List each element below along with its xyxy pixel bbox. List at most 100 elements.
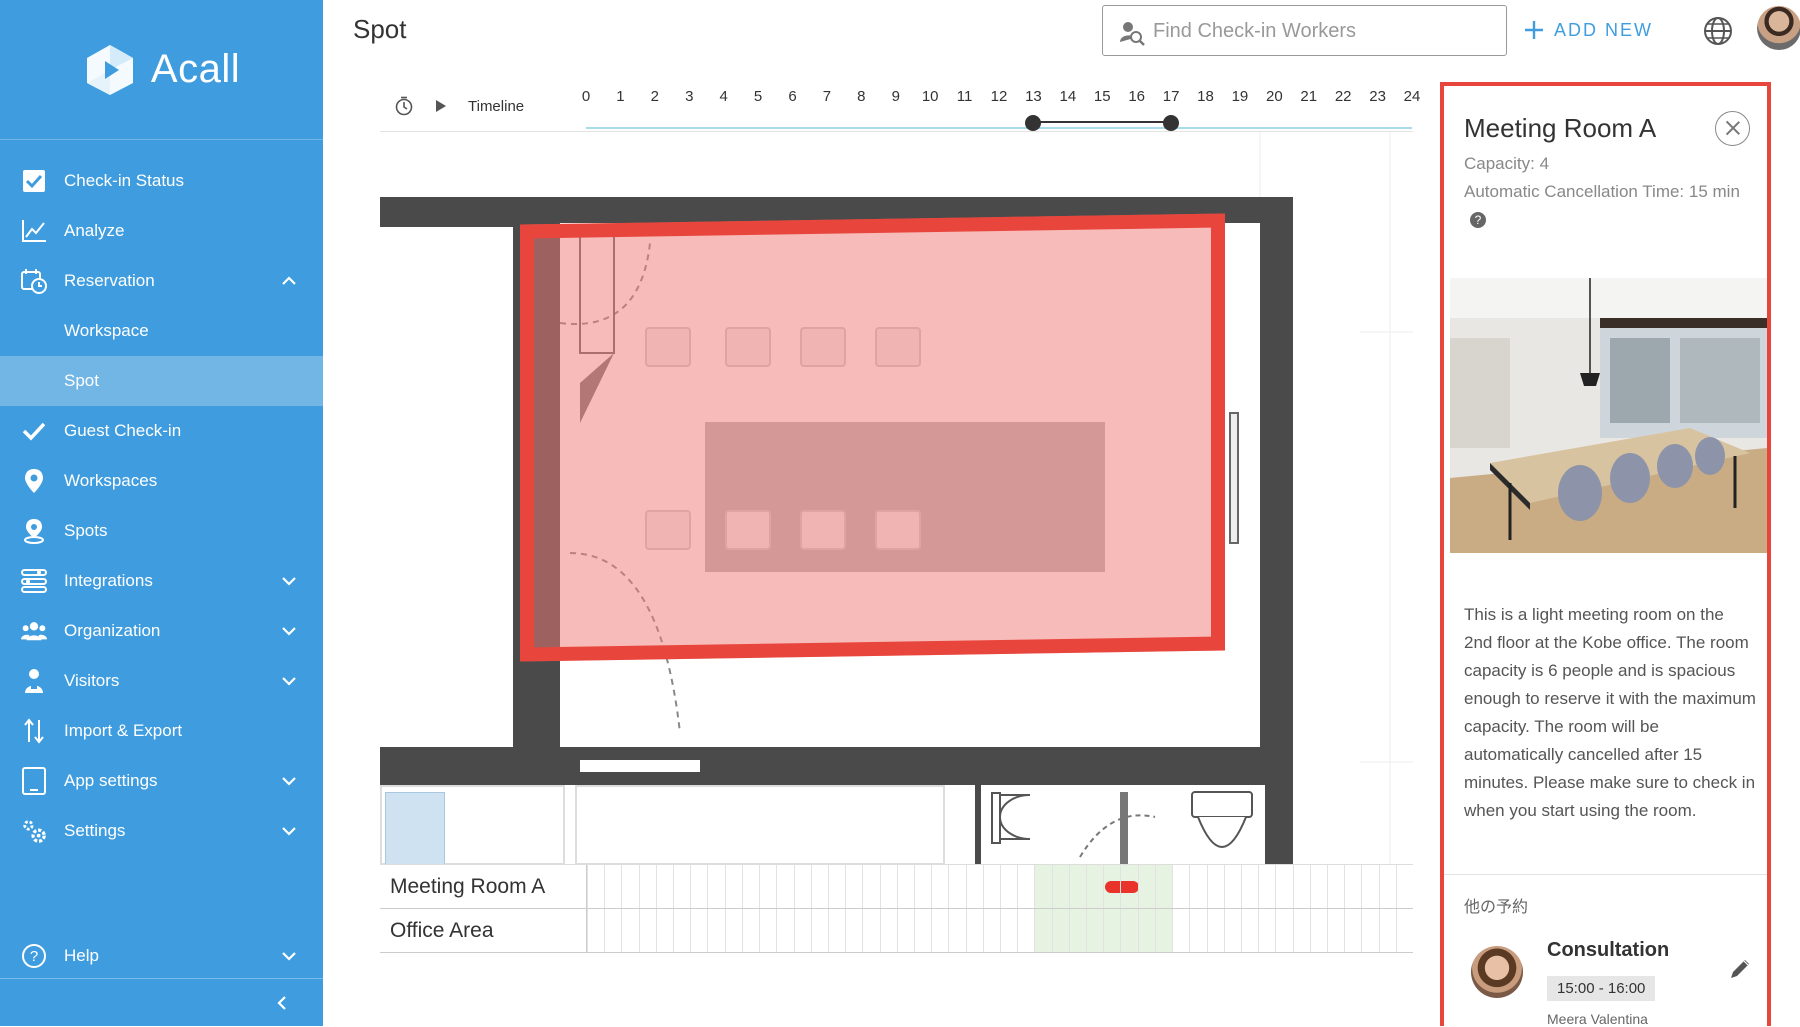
timeline-cell-divider: [1395, 865, 1397, 908]
timeline-hour-label: 1: [616, 88, 625, 105]
map-side-room: [380, 227, 513, 757]
timeline-cell-divider: [604, 865, 606, 908]
timeline-cell-divider: [913, 865, 915, 908]
sidebar-item-app-settings[interactable]: App settings: [0, 756, 323, 806]
sidebar-item-spots[interactable]: Spots: [0, 506, 323, 556]
sidebar-item-organization[interactable]: Organization: [0, 606, 323, 656]
timeline-cell-divider: [741, 865, 743, 908]
spot-row-timeline[interactable]: [586, 865, 1412, 908]
sidebar-item-analyze[interactable]: Analyze: [0, 206, 323, 256]
timeline-track[interactable]: [586, 127, 1412, 129]
timeline-hour-label: 18: [1197, 88, 1214, 105]
timeline-cell-divider: [1137, 865, 1139, 908]
sidebar-item-spot[interactable]: Spot: [0, 356, 323, 406]
spot-row-timeline[interactable]: [586, 909, 1412, 952]
person-search-icon: [1120, 22, 1145, 46]
sidebar-collapse-button[interactable]: [0, 978, 323, 1026]
timeline-hour-label: 5: [753, 88, 763, 105]
timeline-cell-divider: [879, 865, 881, 908]
sidebar-item-guest-check-in[interactable]: Guest Check-in: [0, 406, 323, 456]
spot-row-meeting-room-a[interactable]: Meeting Room A: [380, 865, 1413, 909]
sidebar-item-label: Import & Export: [64, 721, 183, 740]
plus-icon: [1525, 21, 1543, 39]
timeline-cell-divider: [1172, 909, 1174, 952]
sidebar-item-settings[interactable]: Settings: [0, 806, 323, 856]
timeline-hour-label: 19: [1231, 88, 1249, 105]
map-room-lower: [575, 785, 945, 864]
spot-row-office-area[interactable]: Office Area: [380, 909, 1413, 953]
room-photo-illustration: [1450, 278, 1767, 553]
timeline-cell-divider: [810, 865, 812, 908]
meeting-room-a-highlight[interactable]: [520, 213, 1225, 662]
timeline-cell-divider: [1326, 865, 1328, 908]
timeline-cell-divider: [1361, 909, 1363, 952]
timer-icon[interactable]: [394, 96, 414, 116]
timeline-cell-divider: [1292, 865, 1294, 908]
timeline-cell-divider: [1378, 865, 1380, 908]
sidebar-item-import-export[interactable]: Import & Export: [0, 706, 323, 756]
timeline-cell-divider: [896, 865, 898, 908]
timeline-cell-divider: [690, 909, 692, 952]
timeline-cell-divider: [604, 909, 606, 952]
capacity-text: Capacity: 4: [1464, 154, 1550, 173]
timeline-cell-divider: [1189, 909, 1191, 952]
timeline-cell-divider: [1395, 909, 1397, 952]
globe-icon[interactable]: [1703, 16, 1733, 46]
search-input[interactable]: [1153, 14, 1493, 48]
sidebar-item-reservation[interactable]: Reservation: [0, 256, 323, 306]
other-reservations-heading: 他の予約: [1464, 899, 1529, 916]
chevron-up-icon: [282, 276, 296, 285]
reservation-block[interactable]: [1105, 881, 1140, 893]
timeline-cell-divider: [1068, 865, 1070, 908]
checkbox-icon: [21, 168, 47, 194]
timeline-cell-divider: [759, 909, 761, 952]
timeline-cell-divider: [655, 909, 657, 952]
panel-divider: [1444, 874, 1767, 875]
timeline-cell-divider: [862, 865, 864, 908]
timeline-hour-label: 10: [921, 88, 939, 105]
timeline-cell-divider: [1309, 909, 1311, 952]
play-icon[interactable]: [436, 100, 446, 112]
timeline-hour-label: 20: [1265, 88, 1283, 105]
sidebar-item-check-in-status[interactable]: Check-in Status: [0, 156, 323, 206]
sidebar-item-label: App settings: [64, 771, 158, 790]
timeline-cell-divider: [1051, 909, 1053, 952]
pencil-icon[interactable]: [1727, 956, 1753, 982]
timeline-cell-divider: [1240, 865, 1242, 908]
sidebar-item-label: Spots: [64, 521, 108, 540]
room-description: This is a light meeting room on the 2nd …: [1464, 605, 1756, 820]
help-icon[interactable]: ?: [1470, 212, 1486, 228]
sidebar-item-label: Integrations: [64, 571, 153, 590]
sidebar-item-visitors[interactable]: Visitors: [0, 656, 323, 706]
timeline-cell-divider: [1258, 865, 1260, 908]
timeline-cell-divider: [845, 909, 847, 952]
search-box[interactable]: [1102, 5, 1507, 56]
timeline-cell-divider: [982, 865, 984, 908]
timeline-cell-divider: [1017, 865, 1019, 908]
close-icon[interactable]: [1715, 111, 1750, 146]
people-icon: [21, 618, 47, 644]
timeline-cell-divider: [587, 909, 588, 952]
timeline-cell-divider: [1206, 865, 1208, 908]
timeline-hour-label: 12: [990, 88, 1008, 105]
floor-map[interactable]: [380, 132, 1413, 864]
timeline-cell-divider: [1258, 909, 1260, 952]
user-avatar[interactable]: [1757, 6, 1800, 50]
timeline-cell-divider: [827, 865, 829, 908]
app-logo[interactable]: Acall: [0, 0, 323, 140]
timeline-cell-divider: [1068, 909, 1070, 952]
sidebar-item-workspace[interactable]: Workspace: [0, 306, 323, 356]
timeline-cell-divider: [1034, 909, 1036, 952]
timeline-hour-label: 15: [1093, 88, 1111, 105]
timeline-end-handle[interactable]: [1163, 115, 1180, 131]
add-new-button[interactable]: ADD NEW: [1524, 14, 1653, 46]
sidebar-item-help[interactable]: ? Help: [0, 931, 323, 981]
timeline-cell-divider: [1378, 909, 1380, 952]
timeline-label: Timeline: [468, 98, 525, 115]
spot-pin-icon: [21, 518, 47, 544]
timeline-cell-divider: [1120, 865, 1122, 908]
sidebar-item-workspaces[interactable]: Workspaces: [0, 456, 323, 506]
integrations-icon: [21, 568, 47, 594]
sidebar-item-integrations[interactable]: Integrations: [0, 556, 323, 606]
timeline-hour-label: 17: [1162, 88, 1180, 105]
